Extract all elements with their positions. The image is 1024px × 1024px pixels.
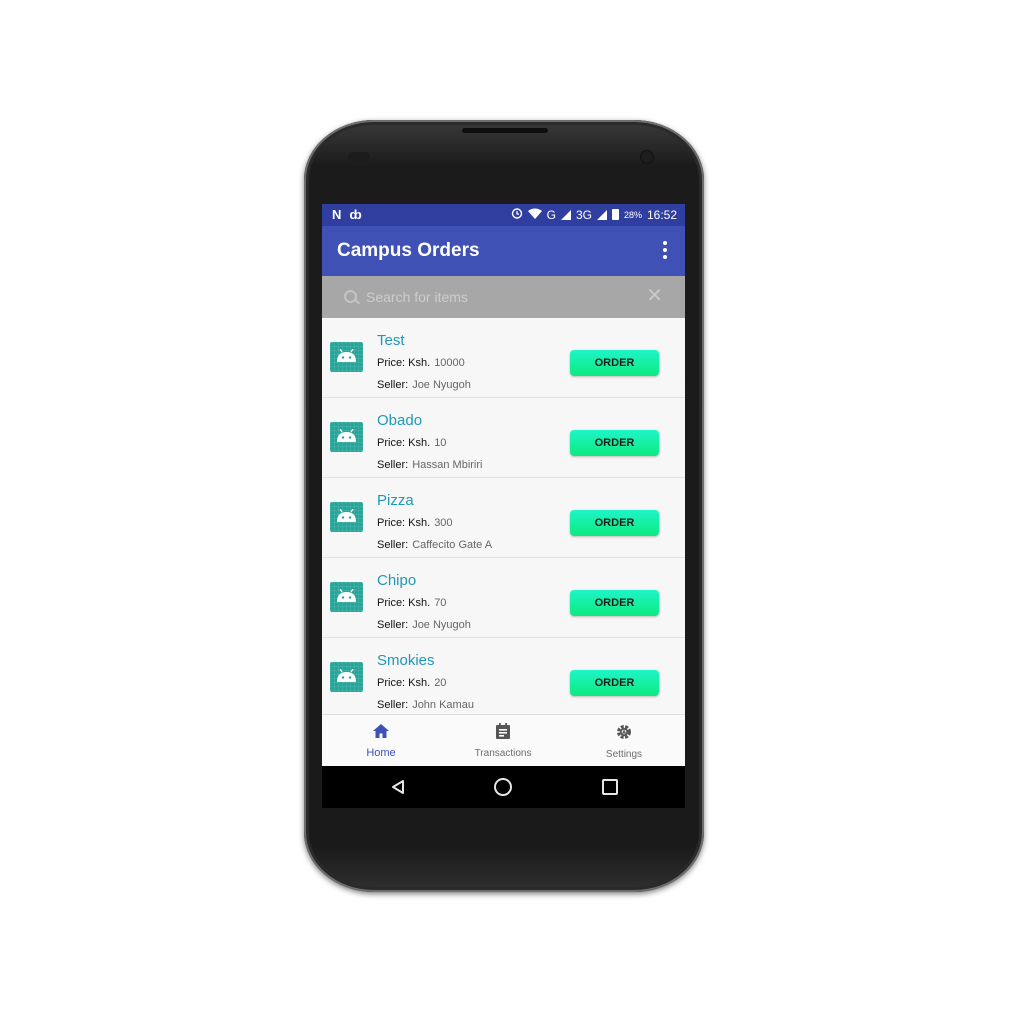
nav-transactions-label: Transactions: [474, 748, 532, 759]
proximity-sensor: [348, 152, 370, 162]
order-button[interactable]: ORDER: [570, 510, 659, 536]
alarm-icon: [511, 207, 523, 222]
gear-icon: [617, 725, 631, 739]
item-price: Price: Ksh. 10000: [377, 357, 465, 369]
network-g-label: G: [546, 207, 556, 222]
item-price: Price: Ksh. 10: [377, 437, 447, 449]
bottom-navigation: Home Transactions Settings: [322, 714, 685, 766]
android-icon: [330, 422, 363, 452]
item-name: Pizza: [377, 492, 414, 509]
item-price: Price: Ksh. 20: [377, 677, 447, 689]
list-item: Chipo Price: Ksh. 70 Seller: Joe Nyugoh OR…: [322, 558, 685, 638]
earpiece-speaker: [462, 128, 548, 133]
app-title: Campus Orders: [337, 240, 480, 261]
status-bar: N ȸ G 3G 28% 16:52: [322, 204, 685, 226]
list-icon: [496, 723, 510, 739]
app-screen: N ȸ G 3G 28% 16:52 Campus Orders ✕: [322, 204, 685, 766]
item-seller: Seller: Caffecito Gate A: [377, 539, 493, 551]
clock-time: 16:52: [646, 207, 677, 222]
nav-home-label: Home: [366, 747, 396, 759]
item-list: Test Price: Ksh. 10000 Seller: Joe Nyugoh …: [322, 318, 685, 714]
recent-apps-icon[interactable]: [602, 779, 618, 795]
home-icon: [373, 724, 389, 738]
item-seller: Seller: Hassan Mbiriri: [377, 459, 483, 471]
network-3g-label: 3G: [575, 207, 592, 222]
item-name: Smokies: [377, 652, 435, 669]
home-button-icon[interactable]: [494, 778, 512, 796]
item-name: Test: [377, 332, 405, 349]
front-camera: [640, 150, 654, 164]
app-bar: Campus Orders: [322, 226, 685, 276]
item-name: Chipo: [377, 572, 417, 589]
item-name: Obado: [377, 412, 423, 429]
item-seller: Seller: Joe Nyugoh: [377, 619, 471, 631]
android-icon: [330, 662, 363, 692]
android-icon: [330, 582, 363, 612]
battery-icon: [611, 209, 619, 220]
list-item: Smokies Price: Ksh. 20 Seller: John Kamau …: [322, 638, 685, 714]
item-price: Price: Ksh. 70: [377, 597, 447, 609]
nfc-icon: N: [332, 207, 342, 222]
nav-transactions[interactable]: Transactions: [453, 723, 553, 759]
signal-icon: [560, 209, 571, 220]
search-icon: [344, 290, 357, 303]
wifi-icon: [527, 208, 542, 222]
item-price: Price: Ksh. 300: [377, 517, 453, 529]
list-item: Obado Price: Ksh. 10 Seller: Hassan Mbirir…: [322, 398, 685, 478]
close-icon[interactable]: ✕: [646, 286, 663, 306]
search-bar: ✕: [322, 276, 685, 318]
nav-settings-label: Settings: [605, 749, 643, 760]
nav-home[interactable]: Home: [331, 723, 431, 759]
list-item: Pizza Price: Ksh. 300 Seller: Caffecito Ga…: [322, 478, 685, 558]
search-input[interactable]: [366, 288, 626, 306]
signal-icon-2: [596, 209, 607, 220]
battery-percent: 28%: [623, 209, 642, 220]
item-seller: Seller: John Kamau: [377, 699, 474, 711]
android-icon: [330, 342, 363, 372]
order-button[interactable]: ORDER: [570, 670, 659, 696]
order-button[interactable]: ORDER: [570, 430, 659, 456]
back-icon[interactable]: [390, 779, 406, 800]
overflow-menu-icon[interactable]: [663, 241, 667, 259]
system-nav-bar: [322, 766, 685, 808]
list-item: Test Price: Ksh. 10000 Seller: Joe Nyugoh …: [322, 318, 685, 398]
notification-icon: ȸ: [349, 207, 362, 222]
android-icon: [330, 502, 363, 532]
nav-settings[interactable]: Settings: [574, 723, 674, 760]
item-seller: Seller: Joe Nyugoh: [377, 379, 471, 391]
order-button[interactable]: ORDER: [570, 350, 659, 376]
order-button[interactable]: ORDER: [570, 590, 659, 616]
